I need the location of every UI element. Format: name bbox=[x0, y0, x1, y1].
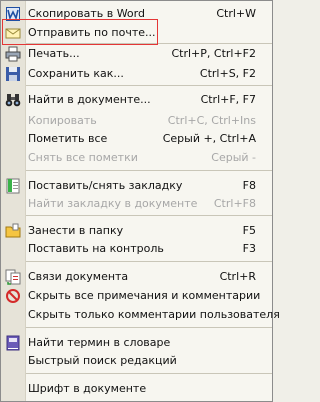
menu-item-label: Шрифт в документе bbox=[28, 382, 147, 395]
dictionary-icon bbox=[5, 335, 21, 351]
menu-item-shortcut: Ctrl+F8 bbox=[213, 197, 256, 210]
menu-item-label: Поставить на контроль bbox=[28, 242, 164, 255]
menu-item-document-links[interactable]: Связи документа Ctrl+R bbox=[1, 267, 272, 288]
menu-item-hide-all-notes[interactable]: Скрыть все примечания и комментарии bbox=[1, 286, 272, 307]
menu-item-unmark-all[interactable]: Снять все пометки Серый - bbox=[1, 148, 272, 169]
menu-item-find-bookmark[interactable]: Найти закладку в документе Ctrl+F8 bbox=[1, 194, 272, 215]
menu-item-shortcut: F8 bbox=[242, 179, 256, 192]
menu-item-shortcut: F3 bbox=[242, 242, 256, 255]
menu-item-label: Связи документа bbox=[28, 270, 129, 283]
menu-item-shortcut: Ctrl+C, Ctrl+Ins bbox=[167, 114, 256, 127]
menu-item-shortcut: Серый +, Ctrl+A bbox=[162, 132, 256, 145]
menu-item-label: Занести в папку bbox=[28, 224, 124, 237]
menu-item-shortcut: Ctrl+W bbox=[216, 7, 256, 20]
menu-separator bbox=[26, 373, 272, 374]
menu-item-label: Поставить/снять закладку bbox=[28, 179, 183, 192]
menu-separator bbox=[26, 261, 272, 262]
document-links-icon bbox=[5, 269, 21, 285]
context-menu: Скопировать в Word Ctrl+W Отправить по п… bbox=[0, 0, 280, 402]
menu-item-label: Отправить по почте... bbox=[28, 26, 156, 39]
menu-item-send-by-email[interactable]: Отправить по почте... bbox=[1, 23, 272, 44]
bookmark-icon bbox=[5, 178, 21, 194]
menu-item-save-as[interactable]: Сохранить как... Ctrl+S, F2 bbox=[1, 64, 272, 85]
menu-item-shortcut: Ctrl+F, F7 bbox=[200, 93, 256, 106]
menu-item-label: Быстрый поиск редакций bbox=[28, 354, 177, 367]
menu-separator bbox=[26, 85, 272, 86]
binoculars-icon bbox=[5, 92, 21, 108]
menu-item-label: Печать... bbox=[28, 47, 80, 60]
folder-icon bbox=[5, 223, 21, 239]
menu-item-copy-to-word[interactable]: Скопировать в Word Ctrl+W bbox=[1, 4, 272, 25]
no-entry-icon bbox=[5, 288, 21, 304]
menu-item-find-in-document[interactable]: Найти в документе... Ctrl+F, F7 bbox=[1, 90, 272, 111]
menu-item-set-control[interactable]: Поставить на контроль F3 bbox=[1, 239, 272, 260]
menu-item-label: Снять все пометки bbox=[28, 151, 138, 164]
printer-icon bbox=[5, 46, 21, 62]
menu-separator bbox=[26, 327, 272, 328]
menu-separator bbox=[26, 215, 272, 216]
menu-item-quick-revision-search[interactable]: Быстрый поиск редакций bbox=[1, 351, 272, 372]
menu-item-label: Найти термин в словаре bbox=[28, 336, 171, 349]
menu-item-shortcut: Ctrl+S, F2 bbox=[199, 67, 256, 80]
menu-item-label: Скрыть только комментарии пользователя bbox=[28, 308, 280, 321]
menu-item-label: Пометить все bbox=[28, 132, 108, 145]
menu-item-label: Скрыть все примечания и комментарии bbox=[28, 289, 261, 302]
menu-separator bbox=[26, 170, 272, 171]
menu-item-document-font[interactable]: Шрифт в документе bbox=[1, 379, 272, 400]
menu-item-mark-all[interactable]: Пометить все Серый +, Ctrl+A bbox=[1, 129, 272, 150]
menu-item-print[interactable]: Печать... Ctrl+P, Ctrl+F2 bbox=[1, 44, 272, 65]
menu-item-shortcut: Ctrl+P, Ctrl+F2 bbox=[171, 47, 256, 60]
floppy-disk-icon bbox=[5, 66, 21, 82]
menu-item-hide-user-comments[interactable]: Скрыть только комментарии пользователя bbox=[1, 305, 280, 326]
menu-item-label: Сохранить как... bbox=[28, 67, 124, 80]
menu-item-shortcut: F5 bbox=[242, 224, 256, 237]
menu-item-label: Найти закладку в документе bbox=[28, 197, 198, 210]
word-icon bbox=[5, 6, 21, 22]
menu-item-label: Скопировать в Word bbox=[28, 7, 145, 20]
menu-item-label: Копировать bbox=[28, 114, 97, 127]
envelope-icon bbox=[5, 25, 21, 41]
menu-item-shortcut: Ctrl+R bbox=[219, 270, 256, 283]
menu-item-label: Найти в документе... bbox=[28, 93, 151, 106]
menu-item-shortcut: Серый - bbox=[211, 151, 256, 164]
